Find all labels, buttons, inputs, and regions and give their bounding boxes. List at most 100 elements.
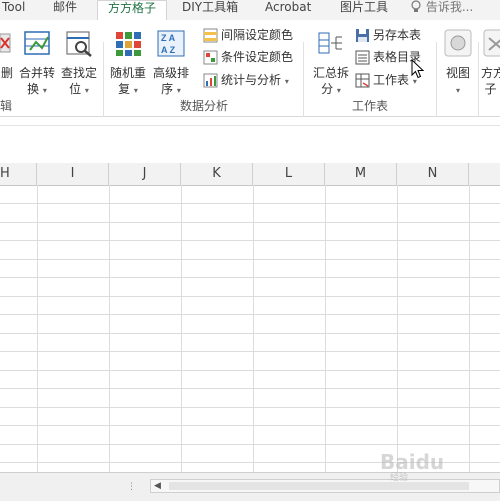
grid-row-line <box>0 314 500 315</box>
column-header-m[interactable]: M <box>325 163 397 185</box>
save-sheet-button[interactable]: 另存本表 <box>355 25 421 45</box>
grid-column-line <box>181 185 182 472</box>
grid-column-line <box>109 185 110 472</box>
group-label-worksheet: 工作表 <box>352 99 389 113</box>
fangfang-button-partial[interactable]: 方方 子 <box>481 28 500 97</box>
grid-column-line <box>325 185 326 472</box>
grid-row-line <box>0 277 500 278</box>
fangfang-icon <box>483 29 500 57</box>
grid-column-line <box>469 185 470 472</box>
grid-row-line <box>0 351 500 352</box>
column-header-k[interactable]: K <box>181 163 253 185</box>
advanced-sort-button[interactable]: Z A A Z 高级排 序 ▾ <box>150 28 192 99</box>
column-header-n[interactable]: N <box>397 163 469 185</box>
grid-row-line <box>0 296 500 297</box>
cell-grid[interactable] <box>0 185 500 472</box>
random-repeat-label: 随机重 <box>109 66 146 80</box>
delete-label: 删 <box>0 66 13 80</box>
sheet-directory-icon <box>355 50 370 65</box>
svg-text:Z A: Z A <box>161 33 176 43</box>
interval-color-label: 间隔设定颜色 <box>221 28 294 42</box>
column-header-j[interactable]: J <box>109 163 181 185</box>
watermark-logo: Baidu 经验 <box>380 450 444 483</box>
stats-analysis-label: 统计与分析 <box>221 73 282 87</box>
scroll-left-icon[interactable]: ◀ <box>154 480 161 492</box>
tab-picture-tools[interactable]: 图片工具 <box>340 0 388 20</box>
tab-diy-toolbox[interactable]: DIY工具箱 <box>182 0 238 20</box>
column-header-l[interactable]: L <box>253 163 325 185</box>
grid-row-line <box>0 222 500 223</box>
ribbon: 删 合并转 换 ▾ 查找定 位 ▾ 随机重 复 ▾ Z A A Z 高级排 序 … <box>0 20 500 130</box>
grid-column-line <box>37 185 38 472</box>
view-label: 视图 <box>445 66 470 80</box>
save-icon <box>356 29 369 42</box>
merge-convert-button[interactable]: 合并转 换 ▾ <box>17 28 57 99</box>
lightbulb-icon <box>411 0 421 12</box>
save-sheet-label: 另存本表 <box>373 28 422 42</box>
worksheet-button[interactable]: 工作表 ▾ <box>355 70 417 90</box>
worksheet-icon <box>355 73 370 88</box>
sheet-tab-splitter-icon[interactable]: ⋮ <box>127 482 137 492</box>
grid-row-line <box>0 333 500 334</box>
grid-row-line <box>0 407 500 408</box>
grid-row-line <box>0 425 500 426</box>
grid-column-line <box>253 185 254 472</box>
mouse-cursor-icon <box>411 59 424 79</box>
conditional-color-button[interactable]: 条件设定颜色 <box>203 47 293 67</box>
tell-me-search[interactable]: 告诉我... <box>410 0 473 20</box>
merge-convert-icon <box>24 31 50 55</box>
grid-row-line <box>0 444 500 445</box>
summary-split-button[interactable]: 汇总拆 分 ▾ <box>310 28 352 99</box>
delete-button-partial[interactable]: 删 <box>0 28 14 81</box>
find-locate-icon <box>66 31 92 57</box>
delete-icon <box>0 33 11 53</box>
find-locate-label: 查找定 <box>60 66 97 80</box>
summary-split-label: 汇总拆 <box>312 66 349 80</box>
grid-row-line <box>0 388 500 389</box>
stats-analysis-button[interactable]: 统计与分析 ▾ <box>203 70 289 90</box>
merge-convert-label-2: 换 ▾ <box>27 82 47 96</box>
tab-tool[interactable]: Tool <box>2 0 25 20</box>
random-repeat-label-2: 复 ▾ <box>118 82 138 96</box>
column-header-i[interactable]: I <box>37 163 109 185</box>
interval-color-icon <box>203 28 218 43</box>
grid-row-line <box>0 203 500 204</box>
tab-acrobat[interactable]: Acrobat <box>265 0 311 20</box>
find-locate-button[interactable]: 查找定 位 ▾ <box>59 28 99 99</box>
ribbon-tab-bar: Tool 邮件 方方格子 DIY工具箱 Acrobat 图片工具 告诉我... <box>0 0 500 22</box>
column-header-h[interactable]: H <box>0 163 37 185</box>
fangfang-label: 方方 <box>481 66 500 80</box>
worksheet-label: 工作表 <box>373 73 410 87</box>
grid-column-line <box>397 185 398 472</box>
formula-divider <box>0 125 500 126</box>
random-repeat-button[interactable]: 随机重 复 ▾ <box>108 28 148 99</box>
view-caret: ▾ <box>455 86 460 95</box>
conditional-color-label: 条件设定颜色 <box>221 50 294 64</box>
sort-az-icon: Z A A Z <box>157 30 185 57</box>
scrollbar-thumb[interactable] <box>169 482 469 490</box>
advanced-sort-label: 高级排 <box>152 66 189 80</box>
column-header-row: H I J K L M N <box>0 163 500 186</box>
interval-color-button[interactable]: 间隔设定颜色 <box>203 25 293 45</box>
grid-row-line <box>0 240 500 241</box>
tell-me-label: 告诉我... <box>425 0 474 14</box>
tab-fangfanggezi[interactable]: 方方格子 <box>97 0 167 22</box>
grid-row-line <box>0 370 500 371</box>
grid-row-line <box>0 259 500 260</box>
tab-mail[interactable]: 邮件 <box>53 0 77 20</box>
formula-bar-area <box>0 117 500 164</box>
svg-text:A Z: A Z <box>161 45 176 55</box>
merge-convert-label: 合并转 <box>18 66 55 80</box>
group-label-data-analysis: 数据分析 <box>180 99 229 113</box>
find-locate-label-2: 位 ▾ <box>69 82 89 96</box>
random-repeat-icon <box>116 32 141 56</box>
group-label-edit-partial: 辑 <box>0 99 13 113</box>
stats-analysis-icon <box>203 73 218 88</box>
summary-split-label-2: 分 ▾ <box>321 82 341 96</box>
conditional-color-icon <box>203 50 218 65</box>
view-icon <box>444 29 472 57</box>
summary-split-icon <box>318 32 342 54</box>
view-button[interactable]: 视图 ▾ <box>441 28 475 99</box>
horizontal-scrollbar[interactable]: ◀ <box>150 479 500 493</box>
fangfang-label-2: 子 <box>484 82 497 96</box>
